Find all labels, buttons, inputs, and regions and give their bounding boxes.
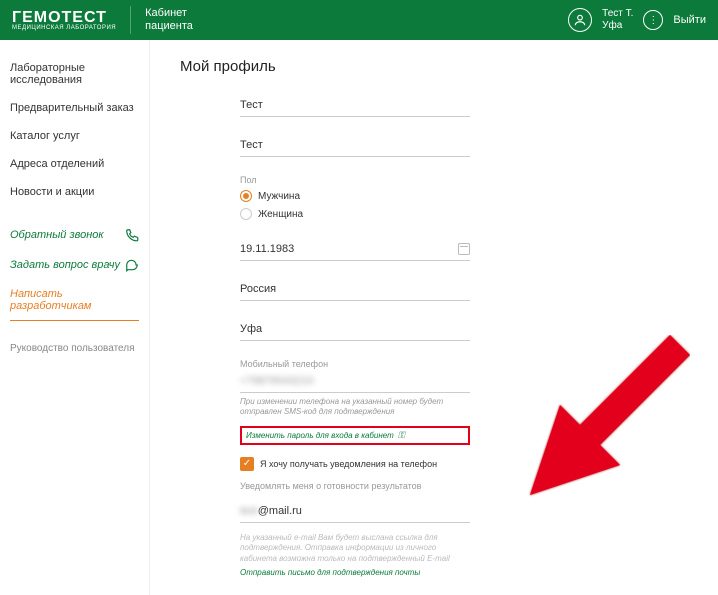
user-info: Тест Т. Уфа [602,8,633,32]
page-title: Мой профиль [180,58,688,75]
first-name-field[interactable]: Тест [240,95,470,117]
sidebar: Лабораторные исследования Предварительны… [0,40,150,595]
menu-dots-icon[interactable]: ⋮ [643,10,663,30]
user-city: Уфа [602,20,633,32]
email-domain: @mail.ru [258,505,302,517]
logout-link[interactable]: Выйти [673,14,706,26]
last-name-field[interactable]: Тест [240,135,470,157]
section-line1: Кабинет [145,7,193,20]
section-line2: пациента [145,20,193,33]
city-field[interactable]: Уфа [240,319,470,341]
ask-doctor-link[interactable]: Задать вопрос врачу [10,250,139,280]
first-name-value: Тест [240,99,263,111]
change-password-link[interactable]: Изменить пароль для входа в кабинет ⚿ [246,430,464,441]
gender-group: Мужчина Женщина [240,187,470,223]
section-title: Кабинет пациента [145,7,193,33]
gender-male-label: Мужчина [258,191,300,202]
profile-form: Тест Тест Пол Мужчина Женщина 19.11.1983 [240,95,470,577]
country-field[interactable]: Россия [240,279,470,301]
sidebar-item-news[interactable]: Новости и акции [10,178,139,206]
phone-hint: При изменении телефона на указанный номе… [240,397,470,418]
callback-link[interactable]: Обратный звонок [10,220,139,250]
last-name-value: Тест [240,139,263,151]
logo-text: ГЕМОТЕСТ [12,9,107,26]
manual-link[interactable]: Руководство пользователя [10,335,139,362]
avatar-icon[interactable] [568,8,592,32]
key-icon: ⚿ [398,430,405,441]
dob-field[interactable]: 19.11.1983 [240,239,470,261]
ask-doctor-label: Задать вопрос врачу [10,259,120,271]
email-field[interactable]: test @mail.ru [240,501,470,523]
divider [130,6,131,34]
checkbox-icon: ✓ [240,457,254,471]
resend-email-link[interactable]: Отправить письмо для подтверждения почты [240,568,470,577]
phone-label: Мобильный телефон [240,359,470,369]
write-devs-label: Написать разработчикам [10,288,139,312]
dob-value: 19.11.1983 [240,243,294,255]
sidebar-item-preorder[interactable]: Предварительный заказ [10,94,139,122]
sms-checkbox-label: Я хочу получать уведомления на телефон [260,459,437,469]
calendar-icon[interactable] [458,243,470,255]
sms-checkbox-row[interactable]: ✓ Я хочу получать уведомления на телефон [240,457,470,471]
logo: ГЕМОТЕСТ МЕДИЦИНСКАЯ ЛАБОРАТОРИЯ [12,9,116,31]
city-value: Уфа [240,323,262,335]
chat-icon [125,258,139,272]
phone-field[interactable]: +79876543210 [240,371,470,393]
gender-male-option[interactable]: Мужчина [240,187,470,205]
sidebar-item-catalog[interactable]: Каталог услуг [10,122,139,150]
notify-label: Уведомлять меня о готовности результатов [240,481,470,491]
change-password-highlight: Изменить пароль для входа в кабинет ⚿ [240,426,470,445]
user-name: Тест Т. [602,8,633,20]
email-blur: test [240,505,258,517]
email-hint: На указанный e-mail Вам будет выслана сс… [240,533,470,564]
logo-subtitle: МЕДИЦИНСКАЯ ЛАБОРАТОРИЯ [12,25,116,31]
gender-female-option[interactable]: Женщина [240,205,470,223]
country-value: Россия [240,283,276,295]
sidebar-item-addresses[interactable]: Адреса отделений [10,150,139,178]
phone-icon [125,228,139,242]
main-content: Мой профиль Тест Тест Пол Мужчина Женщин… [150,40,718,595]
gender-female-label: Женщина [258,209,303,220]
change-password-label: Изменить пароль для входа в кабинет [246,431,394,440]
phone-value: +79876543210 [240,375,314,387]
sidebar-item-lab[interactable]: Лабораторные исследования [10,54,139,94]
radio-icon [240,190,252,202]
callback-label: Обратный звонок [10,229,104,241]
write-devs-link[interactable]: Написать разработчикам [10,280,139,321]
radio-icon [240,208,252,220]
gender-label: Пол [240,175,470,185]
annotation-arrow-icon [520,335,690,505]
header: ГЕМОТЕСТ МЕДИЦИНСКАЯ ЛАБОРАТОРИЯ Кабинет… [0,0,718,40]
